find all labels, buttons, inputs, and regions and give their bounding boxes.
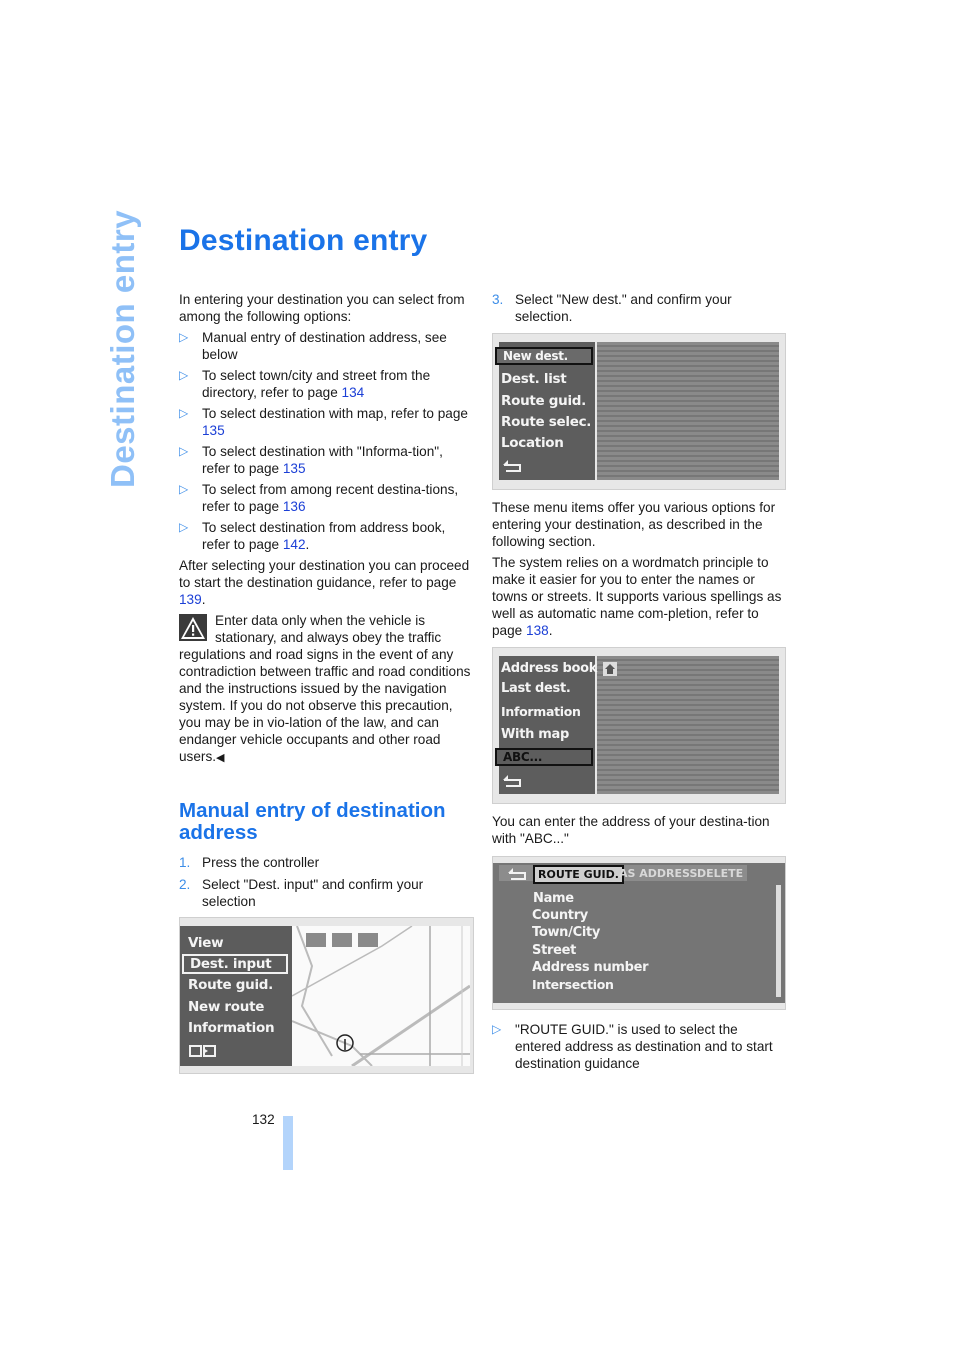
step-3: 3. Select "New dest." and confirm your se… <box>492 291 787 330</box>
map-roads <box>291 925 471 1068</box>
warning-icon <box>179 614 207 641</box>
triangle-bullet-icon: ▷ <box>179 330 189 344</box>
field-country[interactable]: Country <box>532 908 588 923</box>
right-text-block: These menu items offer you various optio… <box>492 499 787 643</box>
page-link[interactable]: 135 <box>202 423 225 438</box>
step-item: 1. Press the controller <box>179 855 320 870</box>
menu-item-new-dest[interactable]: New dest. <box>495 347 593 365</box>
scrollbar[interactable] <box>776 885 781 997</box>
page-link[interactable]: 135 <box>283 461 306 476</box>
page-link[interactable]: 136 <box>283 499 306 514</box>
route-guid-button[interactable]: ROUTE GUID. <box>533 865 624 884</box>
field-street[interactable]: Street <box>532 943 576 958</box>
field-name[interactable]: Name <box>533 891 574 906</box>
list-item: ▷ Manual entry of destination address, se… <box>179 330 447 362</box>
menu-item-new-route[interactable]: New route <box>188 999 264 1015</box>
screenshot-dest-input-menu: View Dest. input Route guid. New route I… <box>179 917 474 1074</box>
triangle-bullet-icon: ▷ <box>179 520 189 534</box>
end-mark-icon: ◀ <box>216 752 225 764</box>
list-item: ▷ To select from among recent destina-tio… <box>179 482 459 514</box>
step-item: 2. Select "Dest. input" and confirm your … <box>179 877 424 909</box>
warning-note: Enter data only when the vehicle is stat… <box>179 613 471 764</box>
as-address-button[interactable]: AS ADDRESS <box>619 867 697 880</box>
menu-item-dest-list[interactable]: Dest. list <box>501 371 567 387</box>
triangle-bullet-icon: ▷ <box>179 482 189 496</box>
menu-item-address-book[interactable]: Address book <box>501 661 597 676</box>
menu-item-route-guid[interactable]: Route guid. <box>501 393 586 409</box>
menu-item-view[interactable]: View <box>188 935 224 951</box>
field-town-city[interactable]: Town/City <box>532 925 600 940</box>
list-item: ▷ To select town/city and street from the… <box>179 368 431 400</box>
menu-description: These menu items offer you various optio… <box>492 500 776 549</box>
screenshot-abc-menu: Address book Last dest. Information With… <box>492 647 786 804</box>
back-icon[interactable] <box>502 459 522 478</box>
left-column: In entering your destination you can sel… <box>179 291 474 771</box>
manual-entry-section: Manual entry of destination address 1. Pr… <box>179 800 474 915</box>
striped-background <box>597 656 779 794</box>
abc-description: You can enter the address of your destin… <box>492 814 770 846</box>
menu-item-route-guid[interactable]: Route guid. <box>188 977 273 993</box>
section-heading: Manual entry of destination address <box>179 799 446 844</box>
intro-text: In entering your destination you can sel… <box>179 292 465 324</box>
screenshot-address-entry: ROUTE GUID. AS ADDRESS DELETE Name Count… <box>492 856 786 1010</box>
field-intersection[interactable]: Intersection <box>532 977 614 992</box>
map-view[interactable] <box>291 925 471 1068</box>
back-icon[interactable] <box>507 867 527 886</box>
menu-item-information[interactable]: Information <box>188 1020 275 1036</box>
menu-item-last-dest[interactable]: Last dest. <box>501 681 571 696</box>
page-link[interactable]: 134 <box>342 385 365 400</box>
delete-button[interactable]: DELETE <box>697 867 743 880</box>
step-item: 3. Select "New dest." and confirm your se… <box>492 292 732 324</box>
side-section-title: Destination entry <box>104 209 141 488</box>
triangle-bullet-icon: ▷ <box>179 406 189 420</box>
split-screen-icon[interactable] <box>189 1044 217 1057</box>
screenshot-new-dest-menu: New dest. Dest. list Route guid. Route s… <box>492 333 786 490</box>
north-arrow-icon[interactable] <box>358 933 378 947</box>
route-guid-note: ▷ "ROUTE GUID." is used to select the ent… <box>492 1021 787 1076</box>
list-item: ▷ To select destination from address book… <box>179 520 446 552</box>
triangle-bullet-icon: ▷ <box>179 444 189 458</box>
speaker-on-icon[interactable] <box>306 933 326 947</box>
speaker-off-icon[interactable] <box>332 933 352 947</box>
page-title: Destination entry <box>179 224 428 257</box>
steps-list: 1. Press the controller 2. Select "Dest. i… <box>179 854 474 910</box>
home-icon[interactable] <box>603 662 617 676</box>
menu-item-information[interactable]: Information <box>501 704 581 719</box>
options-list: ▷ Manual entry of destination address, se… <box>179 329 474 553</box>
menu-item-abc[interactable]: ABC... <box>495 748 593 766</box>
menu-item-location[interactable]: Location <box>501 435 564 451</box>
wordmatch-description: The system relies on a wordmatch princip… <box>492 555 782 638</box>
list-item: ▷ "ROUTE GUID." is used to select the ent… <box>492 1022 773 1071</box>
menu-item-route-selec[interactable]: Route selec. <box>501 414 591 430</box>
page-link[interactable]: 139 <box>179 592 202 607</box>
page-number: 132 <box>252 1112 275 1127</box>
menu-item-dest-input[interactable]: Dest. input <box>182 954 288 974</box>
triangle-bullet-icon: ▷ <box>179 368 189 382</box>
back-icon[interactable] <box>502 774 522 793</box>
striped-background <box>597 342 779 480</box>
after-selection-text: After selecting your destination you can… <box>179 558 470 607</box>
list-item: ▷ To select destination with map, refer t… <box>179 406 468 438</box>
page-link[interactable]: 138 <box>526 623 549 638</box>
page-marker-bar <box>283 1116 293 1170</box>
menu-item-with-map[interactable]: With map <box>501 727 569 742</box>
page-link[interactable]: 142 <box>283 537 306 552</box>
list-item: ▷ To select destination with "Informa-tio… <box>179 444 443 476</box>
triangle-bullet-icon: ▷ <box>492 1022 502 1036</box>
field-address-number[interactable]: Address number <box>532 960 649 975</box>
